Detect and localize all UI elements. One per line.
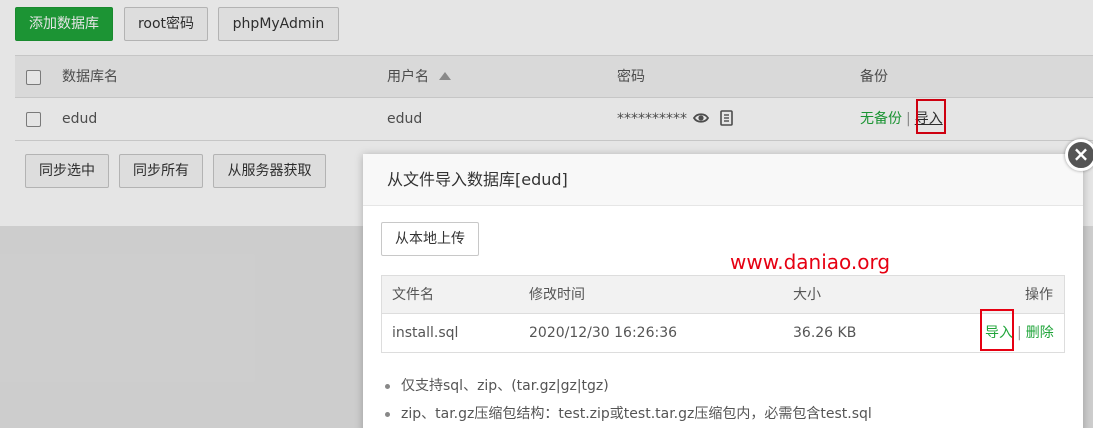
file-table-header: 文件名 修改时间 大小 操作 [382, 276, 1064, 314]
mtime-cell: 2020/12/30 16:26:36 [529, 325, 678, 341]
import-dialog: 从文件导入数据库[edud] 从本地上传 www.daniao.org 文件名 … [363, 154, 1083, 428]
notes-list: 仅支持sql、zip、(tar.gz|gz|tgz) zip、tar.gz压缩包… [383, 372, 1063, 428]
size-cell: 36.26 KB [793, 325, 857, 341]
watermark: www.daniao.org [730, 250, 891, 274]
file-table: 文件名 修改时间 大小 操作 install.sql 2020/12/30 16… [381, 275, 1065, 353]
file-import-highlight-box [980, 309, 1014, 351]
ops-separator: | [1017, 325, 1022, 341]
file-row: install.sql 2020/12/30 16:26:36 36.26 KB… [382, 314, 1064, 352]
list-item: 仅支持sql、zip、(tar.gz|gz|tgz) [383, 372, 1063, 400]
header-size: 大小 [793, 287, 821, 303]
filename-cell: install.sql [392, 325, 459, 341]
close-icon[interactable]: × [1065, 139, 1093, 171]
dialog-title: 从文件导入数据库[edud] [363, 154, 1083, 206]
file-delete-link[interactable]: 删除 [1026, 325, 1054, 341]
header-ops: 操作 [1025, 287, 1053, 303]
upload-local-button[interactable]: 从本地上传 [381, 222, 479, 256]
header-mtime: 修改时间 [529, 287, 585, 303]
list-item: zip、tar.gz压缩包结构：test.zip或test.tar.gz压缩包内… [383, 400, 1063, 428]
header-filename: 文件名 [392, 287, 434, 303]
